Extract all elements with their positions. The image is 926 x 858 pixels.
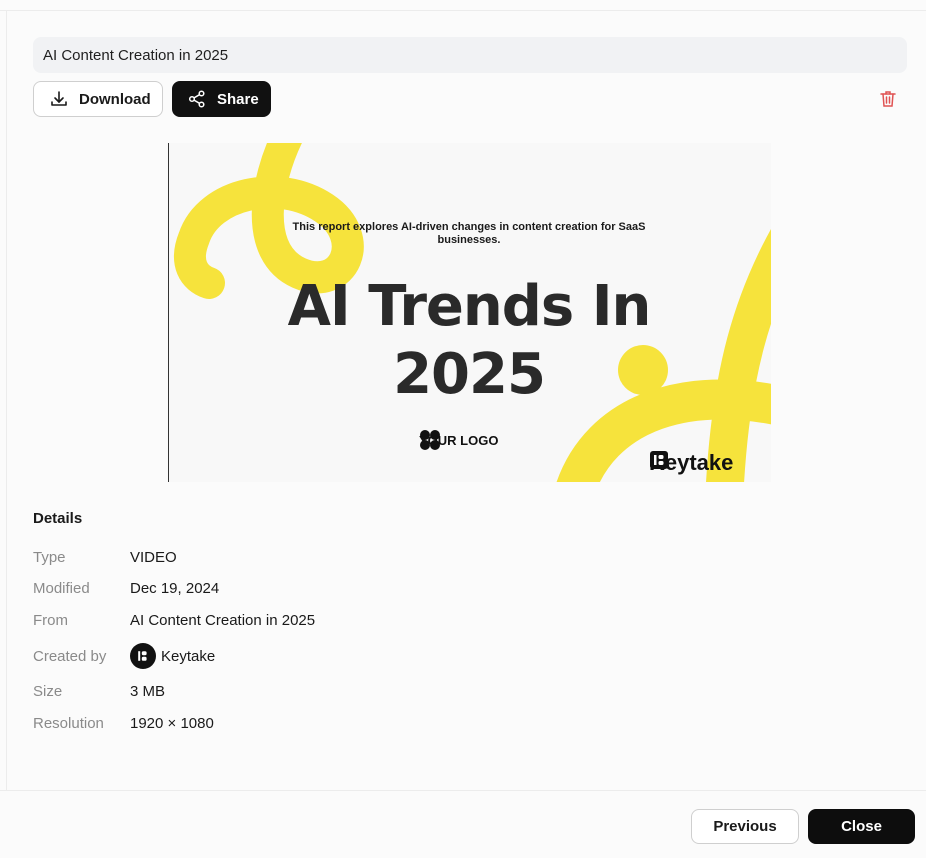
- detail-label: From: [33, 611, 68, 629]
- asset-title-field[interactable]: AI Content Creation in 2025: [33, 37, 907, 73]
- detail-label: Created by: [33, 647, 107, 665]
- detail-label: Size: [33, 682, 63, 700]
- keytake-logo-icon: [650, 451, 668, 469]
- preview-headline: AI Trends In 2025: [287, 274, 652, 407]
- logo-icon: [420, 430, 440, 450]
- detail-value: VIDEO: [130, 548, 177, 566]
- detail-value-creator: Keytake: [130, 643, 215, 669]
- trash-icon[interactable]: [878, 89, 898, 109]
- download-label: Download: [79, 90, 151, 108]
- download-icon: [49, 89, 69, 109]
- preview-subtitle: This report explores AI-driven changes i…: [292, 221, 646, 246]
- close-button[interactable]: Close: [808, 809, 915, 844]
- preview-brand: Keytake: [649, 450, 733, 476]
- detail-label: Modified: [33, 579, 90, 597]
- left-divider: [6, 11, 7, 790]
- detail-value: Dec 19, 2024: [130, 579, 220, 597]
- detail-row-size: Size 3 MB: [33, 681, 165, 701]
- detail-value[interactable]: AI Content Creation in 2025: [130, 612, 315, 629]
- preview-logo: YOUR LOGO: [419, 429, 498, 451]
- detail-value: 3 MB: [130, 682, 166, 700]
- detail-value: 1920 × 1080: [130, 714, 214, 732]
- detail-row-modified: Modified Dec 19, 2024: [33, 578, 219, 598]
- asset-title-text: AI Content Creation in 2025: [43, 46, 229, 64]
- share-icon: [187, 89, 207, 109]
- detail-row-from: From AI Content Creation in 2025: [33, 610, 315, 630]
- detail-row-created-by: Created by Keytake: [33, 643, 215, 669]
- creator-name: Keytake: [161, 647, 216, 665]
- detail-row-resolution: Resolution 1920 × 1080: [33, 713, 214, 733]
- detail-row-type: Type VIDEO: [33, 547, 177, 567]
- previous-button[interactable]: Previous: [691, 809, 799, 844]
- download-button[interactable]: Download: [33, 81, 163, 117]
- top-divider: [0, 0, 926, 11]
- detail-label: Type: [33, 548, 66, 566]
- asset-preview[interactable]: This report explores AI-driven changes i…: [168, 143, 771, 482]
- avatar: [130, 643, 156, 669]
- details-heading: Details: [33, 510, 83, 527]
- detail-label: Resolution: [33, 714, 104, 732]
- share-label: Share: [217, 90, 259, 108]
- share-button[interactable]: Share: [172, 81, 271, 117]
- keytake-avatar-icon: [138, 651, 147, 661]
